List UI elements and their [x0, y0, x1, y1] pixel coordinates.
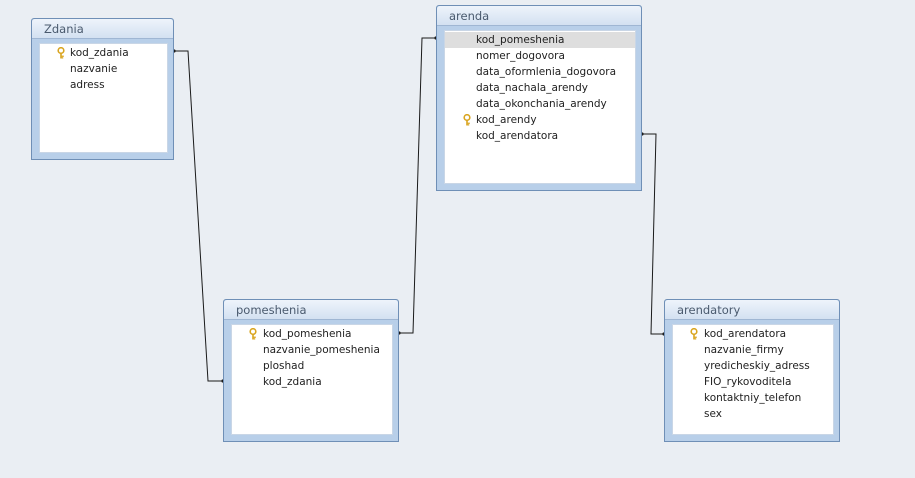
field-row[interactable]: data_okonchania_arendy [445, 96, 635, 112]
field-label: FIO_rykovoditela [704, 376, 792, 388]
field-row-selected[interactable]: kod_pomeshenia [445, 32, 635, 48]
table-title[interactable]: arendatory [665, 300, 839, 320]
field-label: nazvanie [70, 63, 118, 75]
relation-line-arenda-arendatory[interactable] [641, 133, 665, 335]
field-row[interactable]: nomer_dogovora [445, 48, 635, 64]
key-icon [57, 47, 65, 59]
field-row[interactable]: kontaktniy_telefon [673, 390, 833, 406]
field-label: data_nachala_arendy [476, 82, 588, 94]
field-row[interactable]: kod_arendy [445, 112, 635, 128]
field-label: sex [704, 408, 722, 420]
field-row[interactable]: data_oformlenia_dogovora [445, 64, 635, 80]
field-row[interactable]: yredicheskiy_adress [673, 358, 833, 374]
field-label: kod_arendy [476, 114, 537, 126]
field-label: ploshad [263, 360, 305, 372]
field-row[interactable]: kod_pomeshenia [232, 326, 392, 342]
field-row[interactable]: nazvanie_pomeshenia [232, 342, 392, 358]
field-row[interactable]: kod_arendatora [445, 128, 635, 144]
field-label: kod_arendatora [476, 130, 559, 142]
key-icon [690, 328, 698, 340]
field-label: kontaktniy_telefon [704, 392, 802, 404]
field-label: kod_zdania [70, 47, 129, 59]
field-label: yredicheskiy_adress [704, 360, 810, 372]
field-row[interactable]: data_nachala_arendy [445, 80, 635, 96]
field-row[interactable]: nazvanie [40, 61, 167, 77]
field-list: kod_zdania nazvanie adress [39, 43, 168, 153]
field-row[interactable]: ploshad [232, 358, 392, 374]
field-row[interactable]: FIO_rykovoditela [673, 374, 833, 390]
field-label: kod_pomeshenia [476, 34, 565, 46]
field-label: data_oformlenia_dogovora [476, 66, 617, 78]
field-label: nomer_dogovora [476, 50, 565, 62]
field-label: data_okonchania_arendy [476, 98, 607, 110]
field-label: adress [70, 79, 105, 91]
field-list: kod_pomeshenia nazvanie_pomeshenia plosh… [231, 324, 393, 435]
field-label: kod_pomeshenia [263, 328, 352, 340]
table-title[interactable]: pomeshenia [224, 300, 398, 320]
field-label: nazvanie_firmy [704, 344, 784, 356]
table-zdania[interactable]: Zdania kod_zdania nazvanie adress [31, 18, 174, 160]
field-list: kod_pomeshenia nomer_dogovora data_oform… [444, 30, 636, 184]
field-row[interactable]: kod_zdania [40, 45, 167, 61]
relation-line-pomeshenia-arenda[interactable] [398, 37, 437, 334]
table-pomeshenia[interactable]: pomeshenia kod_pomeshenia nazvanie_pomes… [223, 299, 399, 442]
key-icon [463, 114, 471, 126]
field-label: kod_zdania [263, 376, 322, 388]
relationships-canvas: Zdania kod_zdania nazvanie adress arenda… [0, 0, 915, 478]
field-row[interactable]: sex [673, 406, 833, 422]
field-row[interactable]: nazvanie_firmy [673, 342, 833, 358]
key-icon [249, 328, 257, 340]
field-list: kod_arendatora nazvanie_firmy yredichesk… [672, 324, 834, 435]
table-title[interactable]: arenda [437, 6, 641, 26]
field-label: nazvanie_pomeshenia [263, 344, 380, 356]
field-label: kod_arendatora [704, 328, 787, 340]
field-row[interactable]: kod_arendatora [673, 326, 833, 342]
table-arendatory[interactable]: arendatory kod_arendatora nazvanie_firmy… [664, 299, 840, 442]
field-row[interactable]: kod_zdania [232, 374, 392, 390]
relation-line-zdania-pomeshenia[interactable] [173, 50, 224, 382]
field-row[interactable]: adress [40, 77, 167, 93]
table-arenda[interactable]: arenda kod_pomeshenia nomer_dogovora dat… [436, 5, 642, 191]
table-title[interactable]: Zdania [32, 19, 173, 39]
